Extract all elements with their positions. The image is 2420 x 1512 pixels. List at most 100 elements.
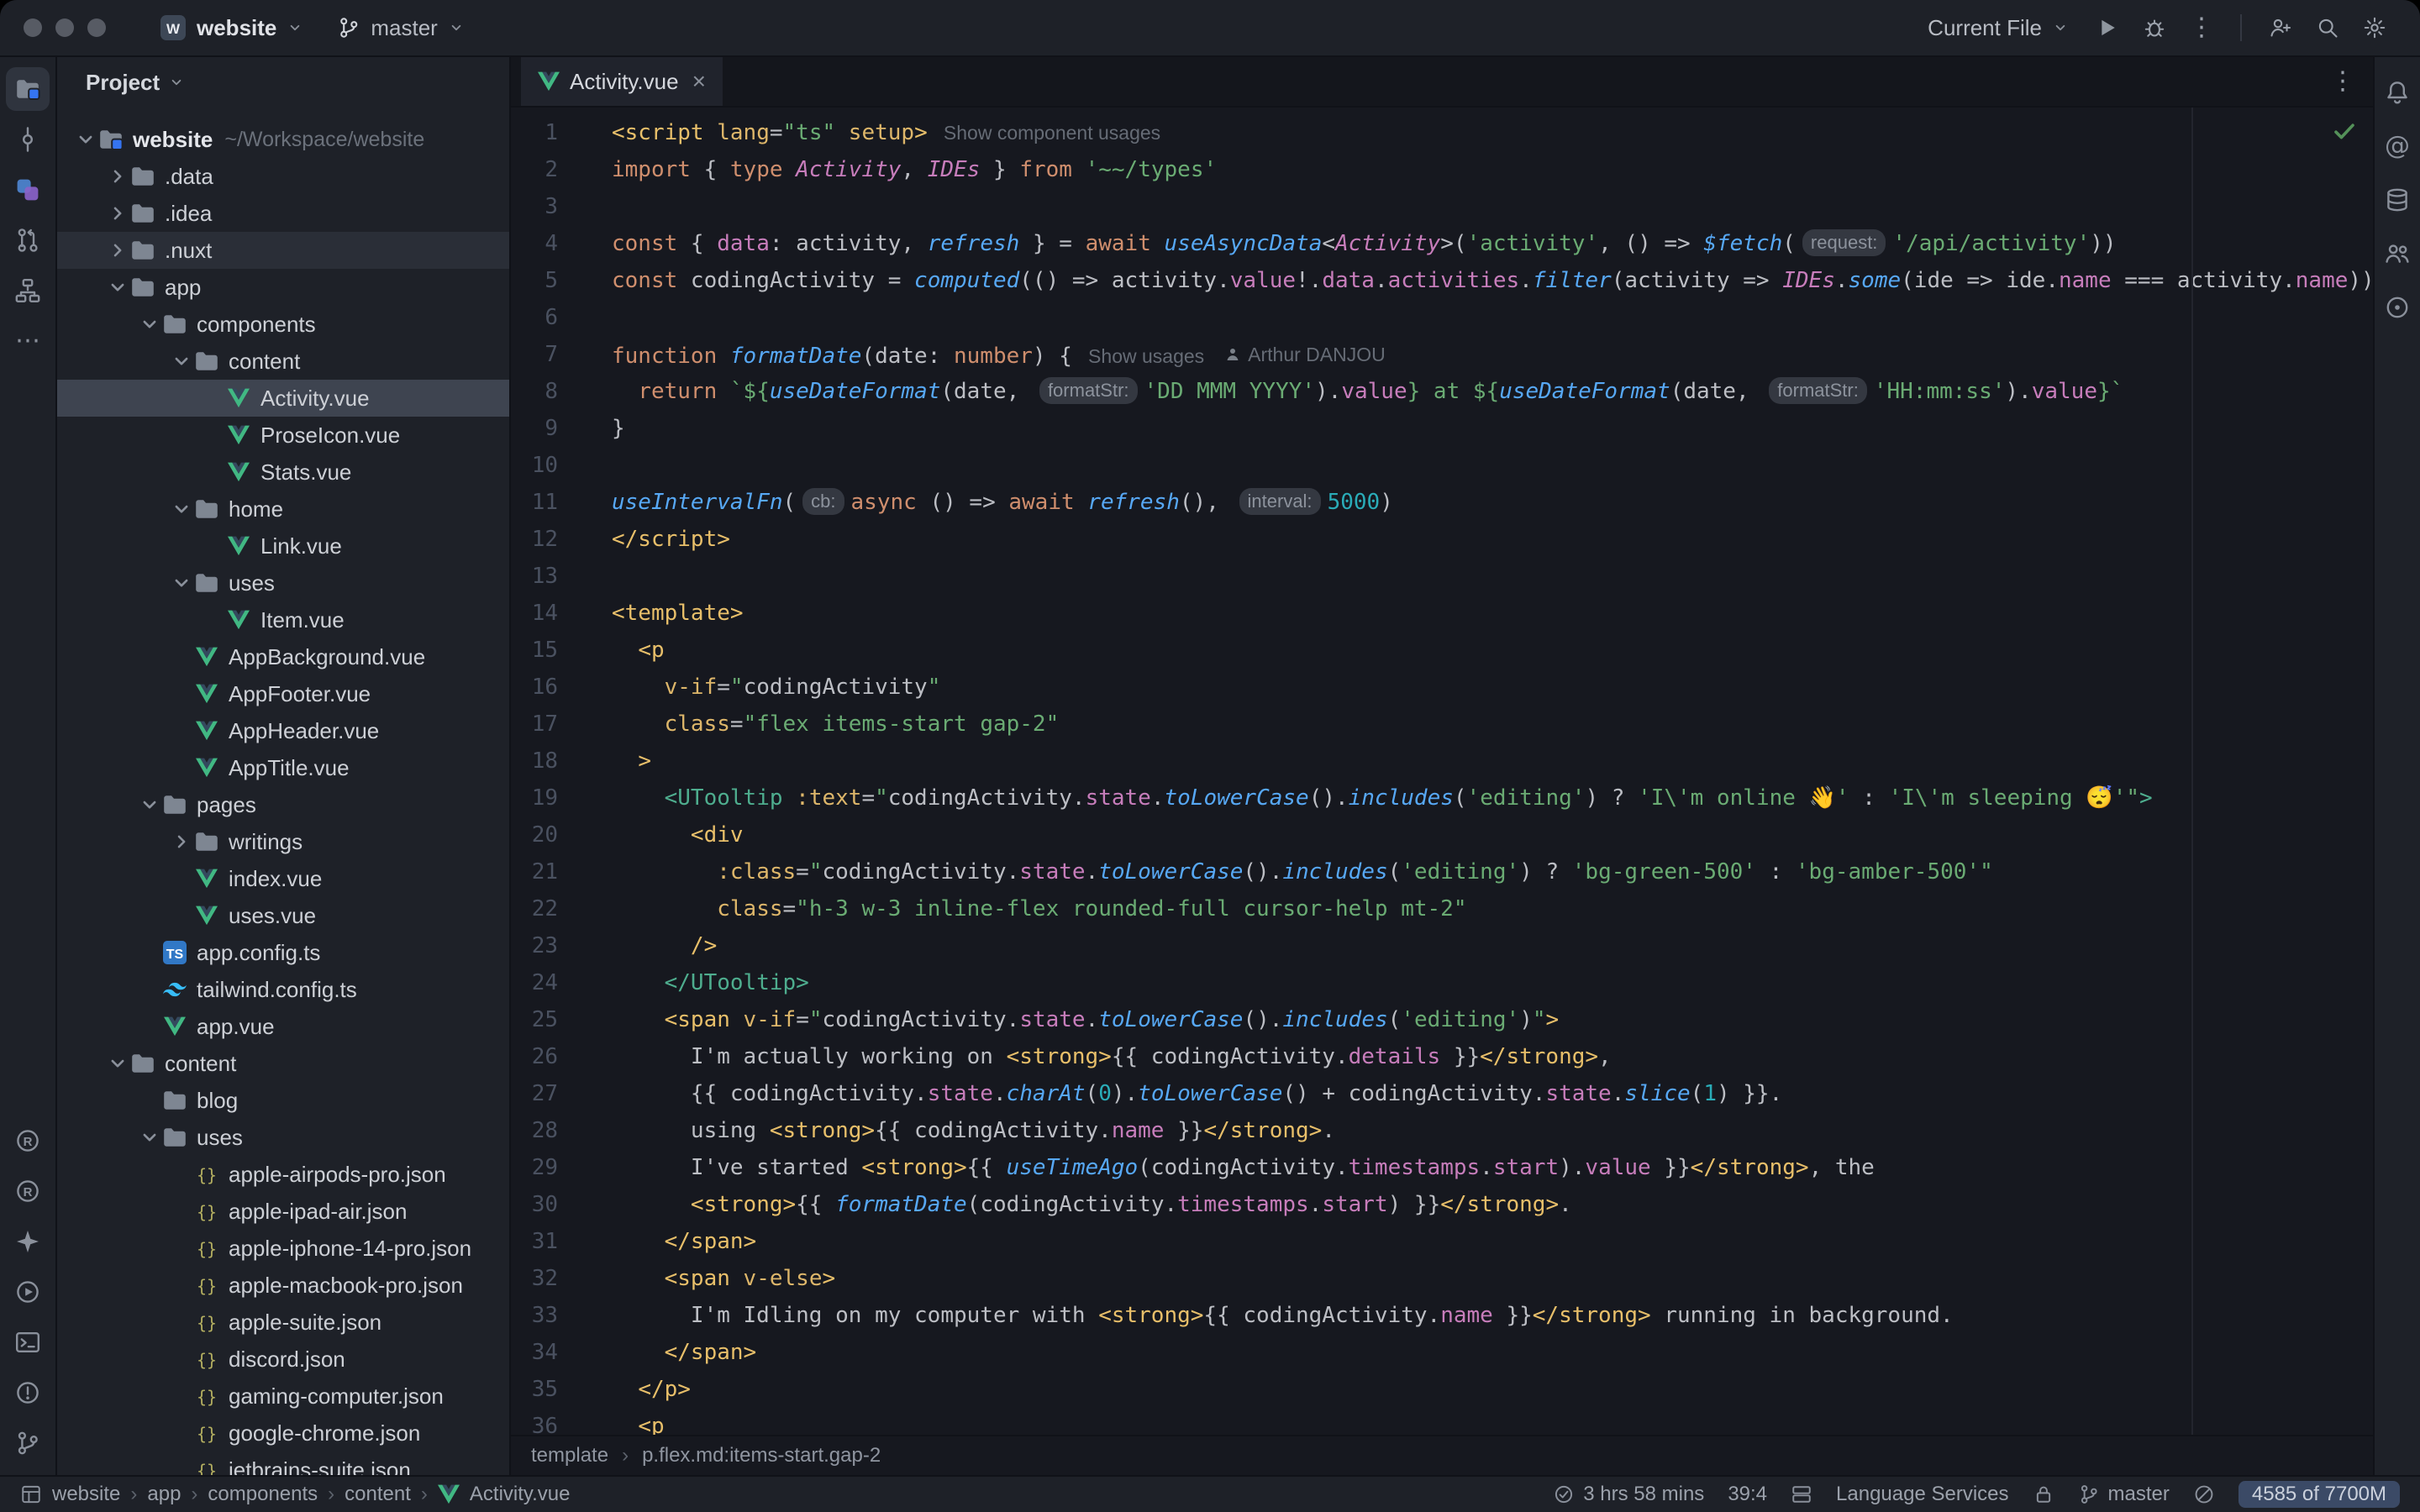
code-line[interactable]: 8 return `${useDateFormat(date, formatSt… [511,373,2373,410]
tool-stripe-project-folder-button[interactable] [6,67,50,111]
code-line[interactable]: 28 using <strong>{{ codingActivity.name … [511,1112,2373,1149]
tree-item-app[interactable]: app [57,269,509,306]
tree-item-AppFooter.vue[interactable]: AppFooter.vue [57,675,509,712]
chevron-down-icon[interactable] [138,793,161,816]
status-master[interactable]: master [2078,1483,2170,1506]
tree-item-gaming-computer.json[interactable]: {}gaming-computer.json [57,1378,509,1415]
code-line[interactable]: 6 [511,299,2373,336]
branch-widget[interactable]: master [324,10,477,46]
breadcrumb-item[interactable]: p.flex.md:items-start.gap-2 [642,1444,881,1467]
minimize-window-button[interactable] [55,18,74,37]
code-line[interactable]: 36 <p [511,1408,2373,1435]
tree-item-pages[interactable]: pages [57,786,509,823]
chevron-right-icon[interactable] [106,202,129,225]
tool-stripe-more-horizontal-button[interactable]: ⋯ [6,319,50,363]
code-line[interactable]: 25 <span v-if="codingActivity.state.toLo… [511,1001,2373,1038]
tree-item-index.vue[interactable]: index.vue [57,860,509,897]
tree-item-apple-ipad-air.json[interactable]: {}apple-ipad-air.json [57,1193,509,1230]
code-line[interactable]: 24 </UTooltip> [511,964,2373,1001]
tool-stripe-structure-button[interactable] [6,269,50,312]
tree-item-ProseIcon.vue[interactable]: ProseIcon.vue [57,417,509,454]
code-line[interactable]: 33 I'm Idling on my computer with <stron… [511,1297,2373,1334]
status-path-content[interactable]: content [345,1483,411,1506]
search-everywhere-button[interactable] [2306,6,2349,50]
tree-item-apple-iphone-14-pro.json[interactable]: {}apple-iphone-14-pro.json [57,1230,509,1267]
tree-item-Link.vue[interactable]: Link.vue [57,528,509,564]
tool-stripe-pull-requests-button[interactable] [6,218,50,262]
tree-item-home[interactable]: home [57,491,509,528]
code-line[interactable]: 11useIntervalFn(cb:async () => await ref… [511,484,2373,521]
code-line[interactable]: 34 </span> [511,1334,2373,1371]
settings-button[interactable] [2353,6,2396,50]
chevron-down-icon[interactable] [74,128,97,151]
code-line[interactable]: 30 <strong>{{ formatDate(codingActivity.… [511,1186,2373,1223]
code-vision-hint[interactable]: Show usages [1072,345,1204,367]
status-path-Activity.vue[interactable]: Activity.vue [470,1483,571,1506]
chevron-right-icon[interactable] [106,165,129,188]
run-configuration-widget[interactable]: Current File [1914,10,2082,46]
status-4585-of-7700m[interactable]: 4585 of 7700M [2238,1481,2400,1508]
tree-item-blog[interactable]: blog [57,1082,509,1119]
code-line[interactable]: 31 </span> [511,1223,2373,1260]
breadcrumb-item[interactable]: template [531,1444,608,1467]
chevron-down-icon[interactable] [138,1126,161,1149]
project-panel-header[interactable]: Project [57,57,509,108]
tool-stripe-commit-button[interactable] [6,118,50,161]
tree-item-AppTitle.vue[interactable]: AppTitle.vue [57,749,509,786]
status-path-website[interactable]: website [52,1483,120,1506]
chevron-down-icon[interactable] [106,1052,129,1075]
chevron-down-icon[interactable] [170,571,193,595]
tree-item-AppBackground.vue[interactable]: AppBackground.vue [57,638,509,675]
code-line[interactable]: 21 :class="codingActivity.state.toLowerC… [511,853,2373,890]
code-line[interactable]: 12</script> [511,521,2373,558]
code-line[interactable]: 35 </p> [511,1371,2373,1408]
tool-stripe-r-plugin-button[interactable]: R [6,1119,50,1163]
tree-item-Stats.vue[interactable]: Stats.vue [57,454,509,491]
chevron-right-icon[interactable] [106,239,129,262]
code-line[interactable]: 17 class="flex items-start gap-2" [511,706,2373,743]
tool-stripe-terminal-button[interactable] [6,1320,50,1364]
status-path-app[interactable]: app [147,1483,181,1506]
code-vision-hint[interactable]: Show component usages [928,122,1160,144]
tree-item-writings[interactable]: writings [57,823,509,860]
status-3-hrs-58-mins[interactable]: 3 hrs 58 mins [1553,1483,1704,1506]
status-stack[interactable] [1791,1483,1812,1505]
tool-stripe-spark-button[interactable] [6,1220,50,1263]
tree-item-apple-airpods-pro.json[interactable]: {}apple-airpods-pro.json [57,1156,509,1193]
code-line[interactable]: 23 /> [511,927,2373,964]
tree-item-apple-suite.json[interactable]: {}apple-suite.json [57,1304,509,1341]
tool-stripe-database-button[interactable] [2375,178,2419,222]
code-line[interactable]: 16 v-if="codingActivity" [511,669,2373,706]
code-line[interactable]: 26 I'm actually working on <strong>{{ co… [511,1038,2373,1075]
code-line[interactable]: 22 class="h-3 w-3 inline-flex rounded-fu… [511,890,2373,927]
tree-item-app.vue[interactable]: app.vue [57,1008,509,1045]
more-actions-button[interactable]: ⋮ [2180,6,2223,50]
chevron-down-icon[interactable] [106,276,129,299]
tree-item-.nuxt[interactable]: .nuxt [57,232,509,269]
code-line[interactable]: 2import { type Activity, IDEs } from '~~… [511,151,2373,188]
chevron-down-icon[interactable] [170,349,193,373]
tree-item-apple-macbook-pro.json[interactable]: {}apple-macbook-pro.json [57,1267,509,1304]
code-line[interactable]: 9} [511,410,2373,447]
code-line[interactable]: 19 <UTooltip :text="codingActivity.state… [511,780,2373,816]
code-line[interactable]: 14<template> [511,595,2373,632]
code-line[interactable]: 10 [511,447,2373,484]
debug-button[interactable] [2133,6,2176,50]
tree-item-components[interactable]: components [57,306,509,343]
tree-item-uses.vue[interactable]: uses.vue [57,897,509,934]
code-line[interactable]: 20 <div [511,816,2373,853]
code-editor[interactable]: 1<script lang="ts" setup> Show component… [511,108,2373,1435]
tree-item-.data[interactable]: .data [57,158,509,195]
tool-stripe-problems-button[interactable] [6,1371,50,1415]
code-line[interactable]: 1<script lang="ts" setup> Show component… [511,114,2373,151]
zoom-window-button[interactable] [87,18,106,37]
inspections-status-icon[interactable] [2331,118,2358,144]
close-window-button[interactable] [24,18,42,37]
tree-item-app.config.ts[interactable]: TSapp.config.ts [57,934,509,971]
code-line[interactable]: 3 [511,188,2373,225]
tool-stripe-mentions-at-button[interactable]: @ [2375,124,2419,168]
tree-item-content[interactable]: content [57,343,509,380]
status-lock[interactable] [2033,1483,2054,1505]
chevron-right-icon[interactable] [170,830,193,853]
tree-item-jetbrains-suite.json[interactable]: {}jetbrains-suite.json [57,1452,509,1475]
